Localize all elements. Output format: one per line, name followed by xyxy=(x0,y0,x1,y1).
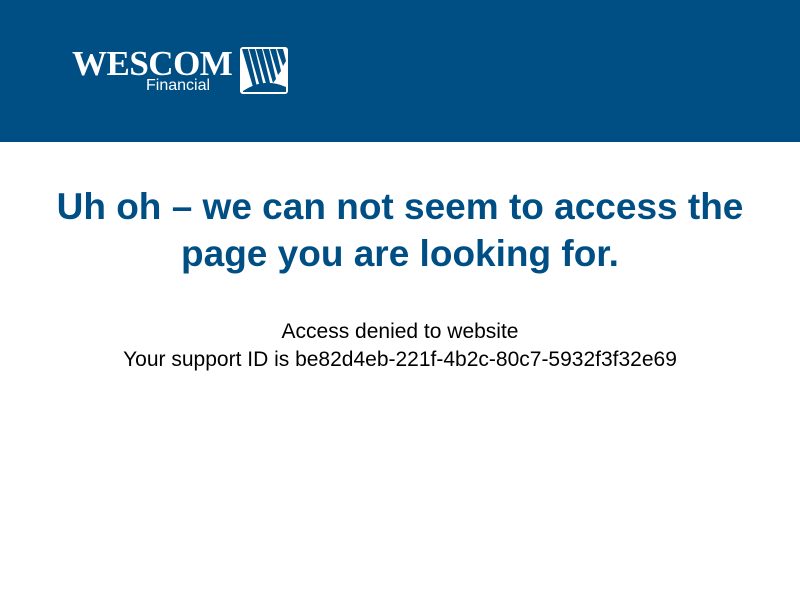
support-id-value: be82d4eb-221f-4b2c-80c7-5932f3f32e69 xyxy=(295,348,677,371)
logo-wordmark: WESCOM xyxy=(72,44,233,83)
site-header: WESCOM Financial xyxy=(0,0,800,142)
wescom-logo[interactable]: WESCOM Financial xyxy=(70,46,292,96)
error-message: Access denied to website Your support ID… xyxy=(0,318,800,374)
access-denied-text: Access denied to website xyxy=(281,320,519,343)
support-id-label: Your support ID is xyxy=(123,348,296,371)
error-heading-line-2: page you are looking for. xyxy=(181,233,619,274)
support-id-line: Your support ID is be82d4eb-221f-4b2c-80… xyxy=(0,346,800,374)
error-heading-line-1: Uh oh – we can not seem to access the xyxy=(56,186,744,227)
logo-subtitle: Financial xyxy=(146,77,211,94)
wescom-wave-mark-icon xyxy=(240,47,288,94)
error-heading: Uh oh – we can not seem to access the pa… xyxy=(0,183,800,277)
